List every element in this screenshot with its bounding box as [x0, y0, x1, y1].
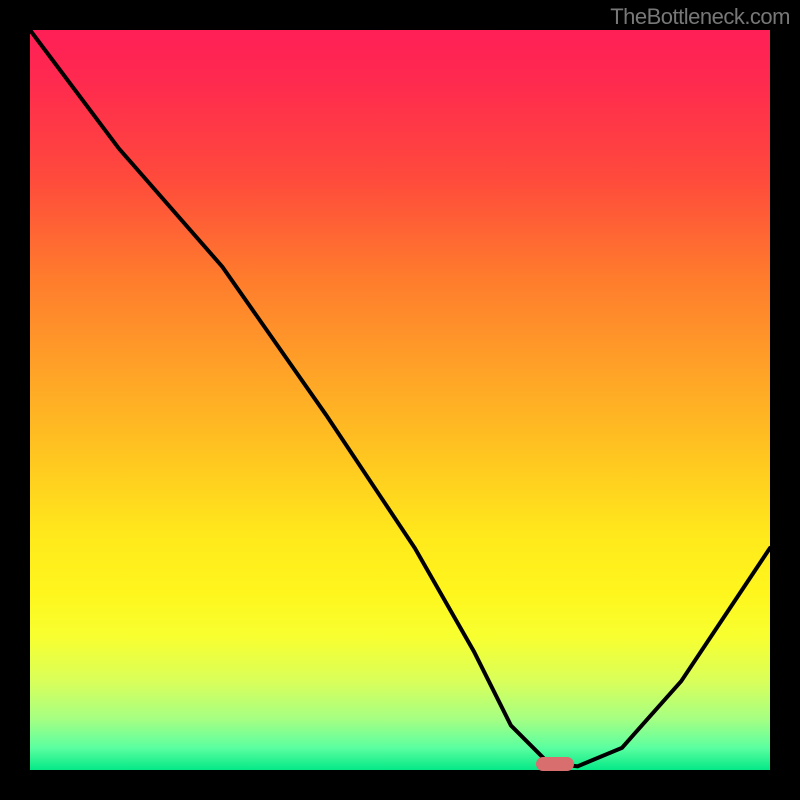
watermark-text: TheBottleneck.com: [610, 4, 790, 30]
chart-svg: [30, 30, 770, 770]
optimal-marker: [536, 757, 574, 771]
bottleneck-line: [30, 30, 770, 766]
chart-area: [30, 30, 770, 770]
